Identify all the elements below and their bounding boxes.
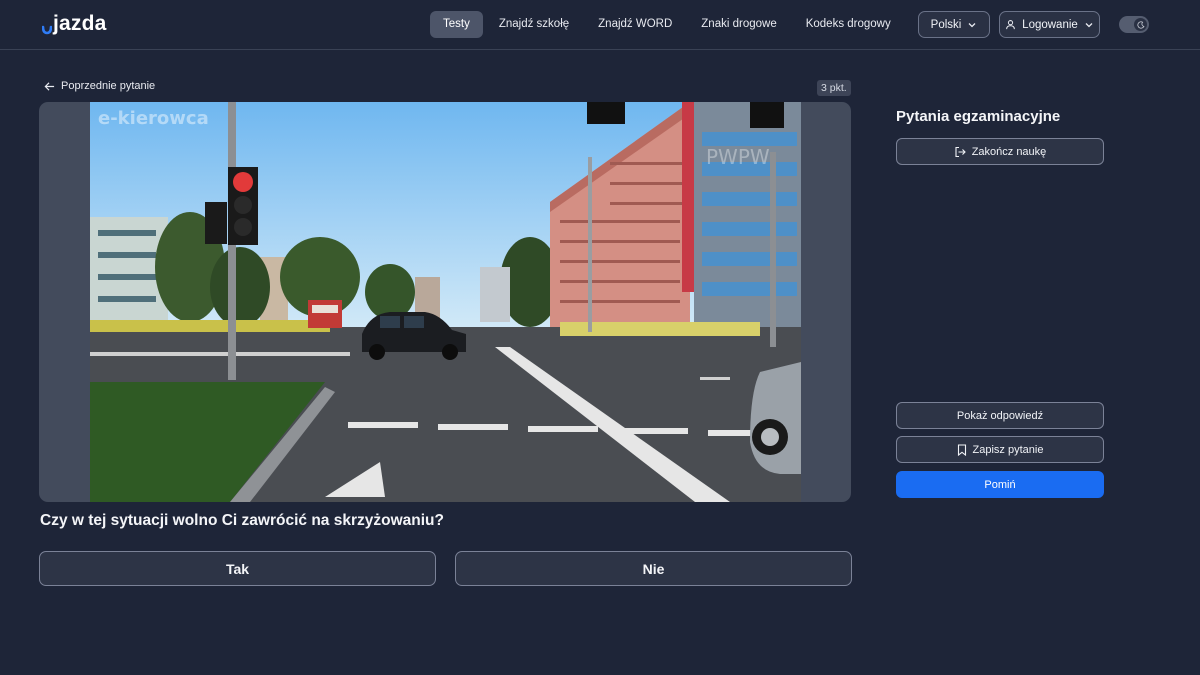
answer-yes-button[interactable]: Tak — [39, 551, 436, 586]
skip-label: Pomiń — [984, 478, 1016, 491]
end-learning-button[interactable]: Zakończ naukę — [896, 138, 1104, 165]
login-label: Logowanie — [1022, 18, 1078, 31]
chevron-down-icon — [968, 22, 976, 27]
points-badge: 3 pkt. — [817, 80, 851, 96]
theme-toggle[interactable] — [1119, 16, 1149, 33]
moon-icon — [1136, 20, 1144, 29]
show-answer-button[interactable]: Pokaż odpowiedź — [896, 402, 1104, 429]
nav-traffic-code[interactable]: Kodeks drogowy — [793, 11, 904, 38]
toggle-knob — [1134, 18, 1147, 31]
nav-find-word[interactable]: Znajdź WORD — [585, 11, 685, 38]
previous-question-link[interactable]: Poprzednie pytanie — [44, 80, 155, 92]
watermark-left: e-kierowca — [98, 108, 209, 129]
nav-find-school[interactable]: Znajdź szkołę — [486, 11, 582, 38]
arrow-left-icon — [44, 81, 55, 91]
nav-tests[interactable]: Testy — [430, 11, 483, 38]
watermark-right: PWPW — [706, 145, 770, 169]
answer-no-button[interactable]: Nie — [455, 551, 852, 586]
sidebar-title: Pytania egzaminacyjne — [896, 108, 1061, 125]
question-text: Czy w tej sytuacji wolno Ci zawrócić na … — [40, 512, 444, 529]
question-media: e-kierowca PWPW — [39, 102, 851, 502]
logo-mark-icon — [42, 25, 52, 35]
logo[interactable]: jazda — [42, 12, 107, 36]
user-icon — [1006, 20, 1016, 30]
end-learning-label: Zakończ naukę — [971, 145, 1047, 158]
save-question-button[interactable]: Zapisz pytanie — [896, 436, 1104, 463]
chevron-down-icon — [1085, 22, 1093, 27]
login-button[interactable]: Logowanie — [999, 11, 1100, 38]
show-answer-label: Pokaż odpowiedź — [956, 409, 1044, 422]
language-label: Polski — [930, 18, 962, 31]
save-question-label: Zapisz pytanie — [972, 443, 1044, 456]
top-navbar: jazda Testy Znajdź szkołę Znajdź WORD Zn… — [0, 0, 1200, 50]
previous-question-label: Poprzednie pytanie — [61, 80, 156, 92]
nav-road-signs[interactable]: Znaki drogowe — [688, 11, 789, 38]
bookmark-icon — [957, 443, 966, 456]
language-select[interactable]: Polski — [918, 11, 990, 38]
logout-icon — [955, 146, 966, 157]
skip-button[interactable]: Pomiń — [896, 471, 1104, 498]
main-nav: Testy Znajdź szkołę Znajdź WORD Znaki dr… — [430, 11, 959, 38]
logo-text: jazda — [53, 12, 107, 35]
road-scene-image: e-kierowca PWPW — [90, 102, 801, 502]
